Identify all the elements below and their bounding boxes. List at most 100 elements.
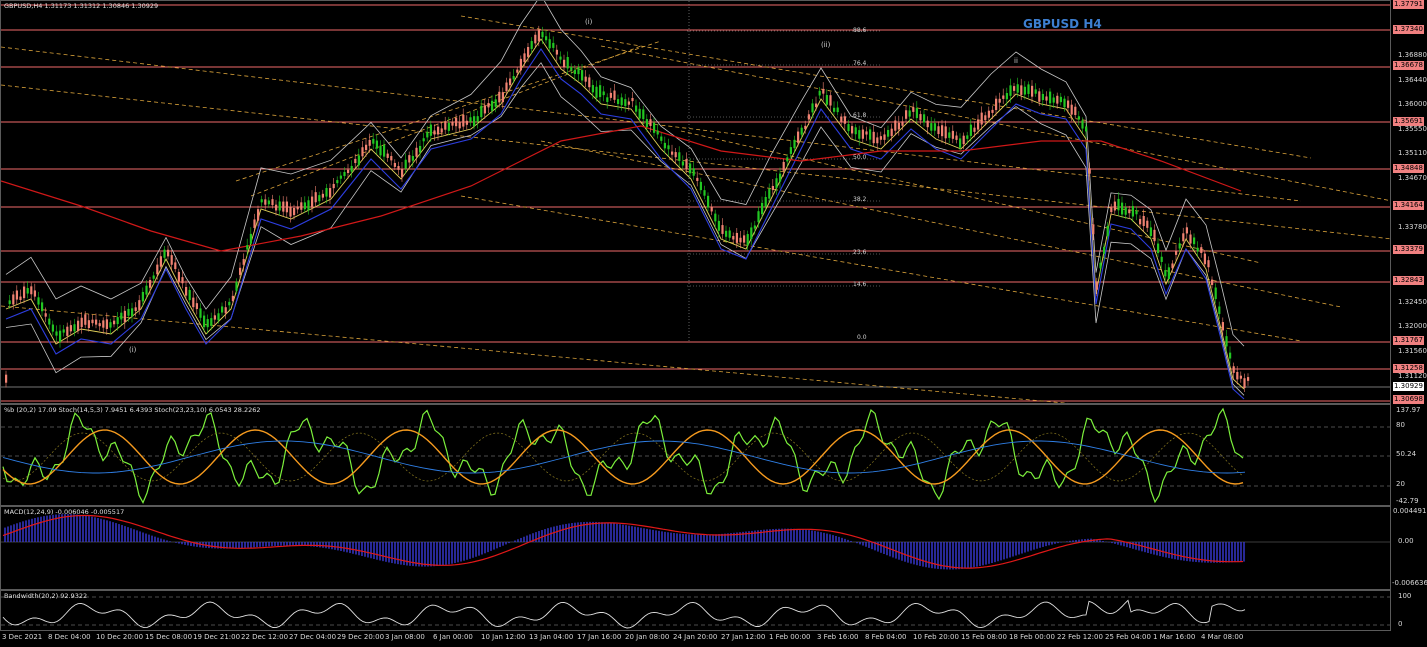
candle-body: [260, 199, 263, 203]
candle-body: [865, 131, 868, 135]
time-tick: 19 Dec 21:00: [193, 633, 241, 641]
candle-body: [113, 320, 116, 325]
macd-header: MACD(12,24,9) -0.006046 -0.005517: [4, 508, 125, 516]
candle-body: [95, 319, 98, 325]
candle-body: [883, 134, 886, 140]
candle-body: [847, 124, 850, 132]
candle-body: [444, 121, 447, 130]
candle-body: [120, 312, 123, 320]
candle-body: [109, 322, 112, 328]
price-tick: 1.36440: [1398, 76, 1427, 84]
main-chart-pane[interactable]: GBPUSD,H4 1.31173 1.31312 1.30846 1.3092…: [0, 0, 1391, 404]
candle-body: [429, 124, 432, 136]
level-price-tag: 1.30698: [1393, 395, 1424, 404]
candle-body: [1031, 85, 1034, 97]
candle-body: [570, 66, 573, 71]
stochastic-pane[interactable]: %b (20,2) 17.09 Stoch(14,5,3) 7.9451 6.4…: [0, 404, 1391, 506]
candle-body: [998, 98, 1001, 103]
candle-body: [1099, 262, 1102, 269]
candle-body: [941, 125, 944, 137]
stochastic-axis: 137.97 80 50.24 20 -42.79: [1391, 404, 1427, 506]
candle-body: [41, 302, 44, 312]
candle-body: [595, 86, 598, 98]
candle-body: [325, 187, 328, 197]
candle-body: [15, 290, 18, 300]
candle-body: [98, 323, 101, 327]
candle-body: [548, 39, 551, 49]
candle-body: [1027, 84, 1030, 94]
level-price-tag: 1.34164: [1393, 201, 1424, 210]
candle-body: [732, 236, 735, 240]
bandwidth-chart[interactable]: [1, 591, 1391, 631]
time-tick: 27 Jan 12:00: [721, 633, 766, 641]
candle-body: [1243, 378, 1246, 389]
time-tick: 22 Dec 12:00: [241, 633, 289, 641]
candle-body: [566, 57, 569, 69]
candle-body: [1041, 93, 1044, 101]
candle-body: [710, 206, 713, 212]
candle-body: [1095, 281, 1098, 290]
candle-body: [451, 121, 454, 126]
wave-label: (i): [129, 346, 137, 354]
price-tick: 1.31560: [1398, 347, 1427, 355]
candle-body: [365, 144, 368, 150]
candle-body: [433, 130, 436, 135]
candle-body: [422, 138, 425, 142]
candle-body: [707, 195, 710, 208]
candle-body: [512, 76, 515, 80]
candle-body: [379, 145, 382, 156]
candle-body: [1013, 86, 1016, 91]
candle-body: [447, 122, 450, 131]
candle-body: [1139, 218, 1142, 225]
candle-body: [660, 136, 663, 141]
candle-body: [1185, 227, 1188, 234]
macd-tick: 0.004491: [1393, 507, 1427, 515]
candle-body: [267, 200, 270, 205]
price-tick: 1.34670: [1398, 174, 1427, 182]
price-chart[interactable]: [1, 1, 1391, 404]
time-tick: 22 Feb 12:00: [1057, 633, 1103, 641]
candle-body: [879, 136, 882, 140]
candle-body: [145, 285, 148, 295]
candle-body: [321, 193, 324, 198]
bandwidth-pane[interactable]: Bandwidth(20,2) 92.9322: [0, 590, 1391, 631]
candle-body: [1193, 237, 1196, 245]
candle-body: [602, 91, 605, 96]
macd-pane[interactable]: MACD(12,24,9) -0.006046 -0.005517: [0, 506, 1391, 590]
candle-body: [357, 155, 360, 166]
candle-body: [563, 59, 566, 68]
candle-body: [609, 92, 612, 98]
candle-body: [627, 101, 630, 105]
candle-body: [37, 297, 40, 305]
candle-body: [476, 116, 479, 122]
macd-chart[interactable]: [1, 507, 1391, 590]
candle-body: [386, 153, 389, 158]
candle-body: [1077, 116, 1080, 120]
candle-body: [581, 70, 584, 81]
candle-body: [980, 112, 983, 125]
candle-body: [530, 41, 533, 49]
candle-body: [77, 320, 80, 331]
symbol-header: GBPUSD,H4 1.31173 1.31312 1.30846 1.3092…: [4, 2, 159, 10]
stochastic-chart[interactable]: [1, 405, 1391, 506]
candle-body: [23, 286, 26, 299]
candle-body: [440, 128, 443, 133]
candle-body: [264, 199, 267, 205]
level-price-tag: 1.31767: [1393, 336, 1424, 345]
candle-body: [793, 139, 796, 149]
level-price-tag: 1.31258: [1393, 364, 1424, 373]
candle-body: [685, 158, 688, 170]
candle-body: [1038, 91, 1041, 102]
candle-body: [1110, 207, 1113, 213]
candle-body: [1218, 306, 1221, 314]
candle-body: [555, 49, 558, 55]
time-tick: 13 Jan 04:00: [529, 633, 574, 641]
channel-line: [460, 195, 1302, 342]
candle-body: [696, 177, 699, 181]
price-tick: 1.35110: [1398, 149, 1427, 157]
candle-body: [649, 119, 652, 126]
candle-body: [282, 201, 285, 212]
candle-body: [1059, 96, 1062, 103]
candle-body: [674, 152, 677, 158]
candle-body: [66, 326, 69, 336]
